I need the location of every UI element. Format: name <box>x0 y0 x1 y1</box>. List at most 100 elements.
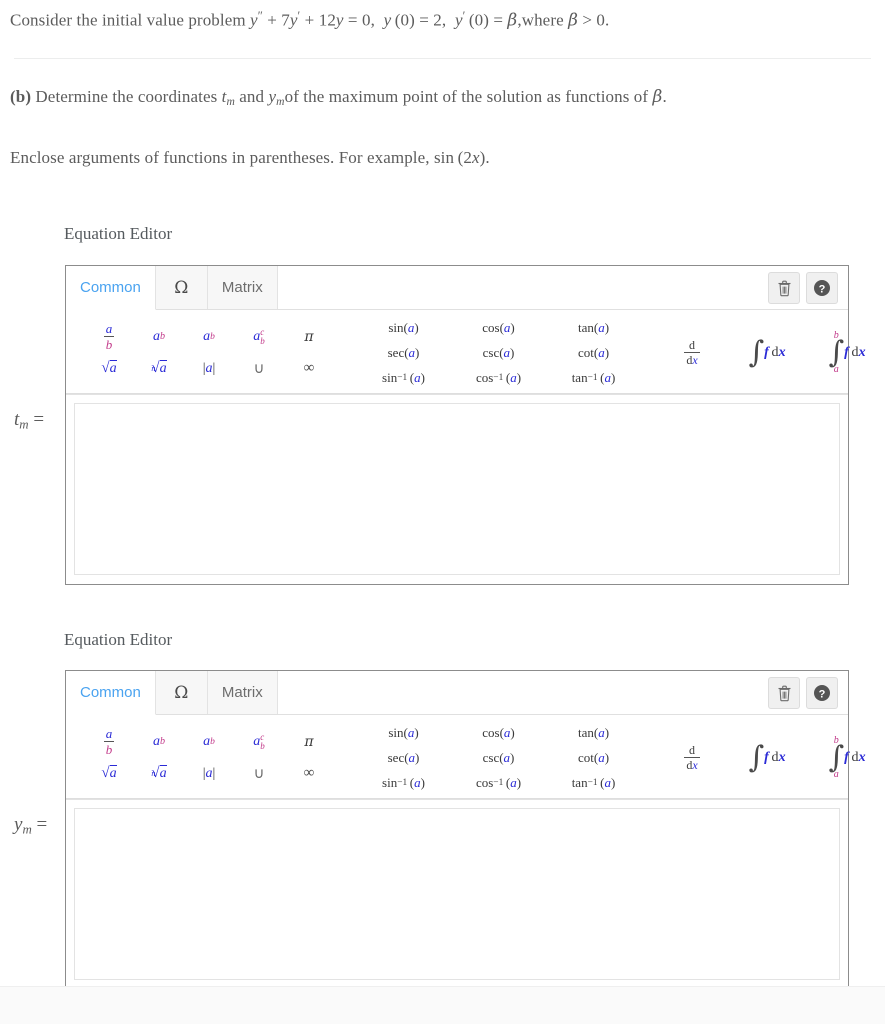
equation-editor-title-1: Equation Editor <box>64 224 173 243</box>
tabrow-filler-1 <box>277 266 848 309</box>
symbol-derivative[interactable]: d dx <box>657 721 727 795</box>
palette-basic-1: ab ab ab acb π √ a n √ a | a | ∪ ∞ <box>84 314 334 391</box>
problem-statement-line-3: Enclose arguments of functions in parent… <box>10 148 490 167</box>
palette-trig-row-1: sin(a) cos(a) tan(a) <box>356 720 641 745</box>
svg-text:?: ? <box>819 688 826 700</box>
symbol-sub-superscript[interactable]: acb <box>234 321 284 353</box>
symbol-palette-1: ab ab ab acb π √ a n √ a | a | ∪ ∞ sin(… <box>66 310 866 394</box>
palette-trig-row-2: sec(a) csc(a) cot(a) <box>356 745 641 770</box>
symbol-indefinite-integral[interactable]: ∫ f dx <box>727 721 807 795</box>
svg-text:?: ? <box>819 283 826 295</box>
symbol-pi[interactable]: π <box>284 321 334 353</box>
section-divider <box>14 58 871 59</box>
equation-input-ym[interactable] <box>74 808 840 980</box>
symbol-pi[interactable]: π <box>284 726 334 758</box>
equation-editor-1-tabrow: Common Ω Matrix ? <box>66 266 848 310</box>
symbol-arctan[interactable]: tan −1 (a) <box>546 770 641 795</box>
symbol-nth-root[interactable]: n √ a <box>134 353 184 385</box>
tab-omega-1[interactable]: Ω <box>155 266 208 309</box>
equation-editor-2-actions: ? <box>768 677 838 709</box>
symbol-union[interactable]: ∪ <box>234 353 284 385</box>
symbol-sec[interactable]: sec(a) <box>356 745 451 770</box>
symbol-union[interactable]: ∪ <box>234 758 284 790</box>
symbol-arcsin[interactable]: sin −1 (a) <box>356 365 451 390</box>
equation-editor-1-toolbar: Common Ω Matrix ? a b a b a b a c b π √ … <box>66 266 866 395</box>
symbol-subscript[interactable]: ab <box>184 321 234 353</box>
palette-basic-row-1: ab ab ab acb π <box>84 321 334 353</box>
equation-editor-2-toolbar: Common Ω Matrix ? a b a b a b a c b π √ … <box>66 671 866 800</box>
palette-basic-row-2: √ a n √ a | a | ∪ ∞ <box>84 353 334 385</box>
symbol-arcsin[interactable]: sin −1 (a) <box>356 770 451 795</box>
page-root: Consider the initial value problem y″ + … <box>0 0 885 1024</box>
help-icon-button-2[interactable]: ? <box>806 677 838 709</box>
problem-statement-prefix: Consider the initial value problem <box>10 10 251 30</box>
help-icon: ? <box>814 685 830 701</box>
symbol-sec[interactable]: sec(a) <box>356 340 451 365</box>
page-footer <box>0 986 885 1024</box>
symbol-cos[interactable]: cos(a) <box>451 315 546 340</box>
symbol-tan[interactable]: tan(a) <box>546 315 641 340</box>
symbol-indefinite-integral[interactable]: ∫ f dx <box>727 316 807 390</box>
equation-editor-2: Common Ω Matrix ? a b a b a b a c b π √ … <box>65 670 866 990</box>
symbol-palette-2: ab ab ab acb π √ a n √ a | a | ∪ ∞ sin(… <box>66 715 866 799</box>
symbol-arccos[interactable]: cos −1 (a) <box>451 365 546 390</box>
problem-statement-line-2: (b) Determine the coordinates tm and ymo… <box>10 87 667 109</box>
symbol-csc[interactable]: csc(a) <box>451 745 546 770</box>
symbol-superscript[interactable]: ab <box>134 726 184 758</box>
symbol-infinity[interactable]: ∞ <box>284 758 334 790</box>
symbol-subscript[interactable]: ab <box>184 726 234 758</box>
symbol-sin[interactable]: sin(a) <box>356 315 451 340</box>
symbol-absolute-value[interactable]: | a | <box>184 353 234 385</box>
problem-statement-line-1: Consider the initial value problem y″ + … <box>10 9 610 31</box>
equation-editor-2-tabrow: Common Ω Matrix ? <box>66 671 848 715</box>
palette-basic-2: ab ab ab acb π √ a n √ a | a | ∪ ∞ <box>84 719 334 796</box>
symbol-cos[interactable]: cos(a) <box>451 720 546 745</box>
palette-basic-row-1: ab ab ab acb π <box>84 726 334 758</box>
symbol-sin[interactable]: sin(a) <box>356 720 451 745</box>
symbol-definite-integral[interactable]: b ∫ a f dx <box>807 721 885 795</box>
equation-editor-1: Common Ω Matrix ? a b a b a b a c b π √ … <box>65 265 866 585</box>
symbol-fraction[interactable]: ab <box>84 321 134 353</box>
symbol-derivative[interactable]: d dx <box>657 316 727 390</box>
symbol-definite-integral[interactable]: b ∫ a f dx <box>807 316 885 390</box>
palette-trig-row-2: sec(a) csc(a) cot(a) <box>356 340 641 365</box>
symbol-sqrt[interactable]: √ a <box>84 353 134 385</box>
symbol-infinity[interactable]: ∞ <box>284 353 334 385</box>
equation-editor-title-2: Equation Editor <box>64 630 173 649</box>
equation-input-tm[interactable] <box>74 403 840 575</box>
symbol-tan[interactable]: tan(a) <box>546 720 641 745</box>
answer-label-ym: ym = <box>14 814 48 837</box>
tab-matrix-1[interactable]: Matrix <box>207 266 278 309</box>
symbol-csc[interactable]: csc(a) <box>451 340 546 365</box>
palette-calculus-2: d dx ∫ f dx b ∫ a f dx <box>657 719 885 796</box>
symbol-nth-root[interactable]: n √ a <box>134 758 184 790</box>
symbol-sqrt[interactable]: √ a <box>84 758 134 790</box>
symbol-fraction[interactable]: ab <box>84 726 134 758</box>
trash-icon <box>778 280 790 296</box>
symbol-sub-superscript[interactable]: acb <box>234 726 284 758</box>
symbol-superscript[interactable]: ab <box>134 321 184 353</box>
symbol-absolute-value[interactable]: | a | <box>184 758 234 790</box>
answer-label-tm: tm = <box>14 409 45 432</box>
help-icon: ? <box>814 280 830 296</box>
palette-trig-1: sin(a) cos(a) tan(a) sec(a) csc(a) cot(a… <box>356 314 641 391</box>
tab-common-1[interactable]: Common <box>66 266 156 310</box>
symbol-arctan[interactable]: tan −1 (a) <box>546 365 641 390</box>
equation-editor-1-actions: ? <box>768 272 838 304</box>
tab-common-2[interactable]: Common <box>66 671 156 715</box>
answer-label-tm-sub: m <box>19 416 29 432</box>
tab-matrix-2[interactable]: Matrix <box>207 671 278 714</box>
symbol-cot[interactable]: cot(a) <box>546 340 641 365</box>
tab-omega-2[interactable]: Ω <box>155 671 208 714</box>
answer-label-ym-sub: m <box>22 821 32 837</box>
symbol-arccos[interactable]: cos −1 (a) <box>451 770 546 795</box>
palette-trig-row-3: sin −1 (a) cos −1 (a) tan −1 (a) <box>356 770 641 795</box>
palette-trig-row-3: sin −1 (a) cos −1 (a) tan −1 (a) <box>356 365 641 390</box>
symbol-cot[interactable]: cot(a) <box>546 745 641 770</box>
help-icon-button-1[interactable]: ? <box>806 272 838 304</box>
trash-icon-button-2[interactable] <box>768 677 800 709</box>
trash-icon <box>778 685 790 701</box>
palette-trig-row-1: sin(a) cos(a) tan(a) <box>356 315 641 340</box>
trash-icon-button-1[interactable] <box>768 272 800 304</box>
palette-calculus-row-1: d dx ∫ f dx b ∫ a f dx <box>657 719 885 796</box>
